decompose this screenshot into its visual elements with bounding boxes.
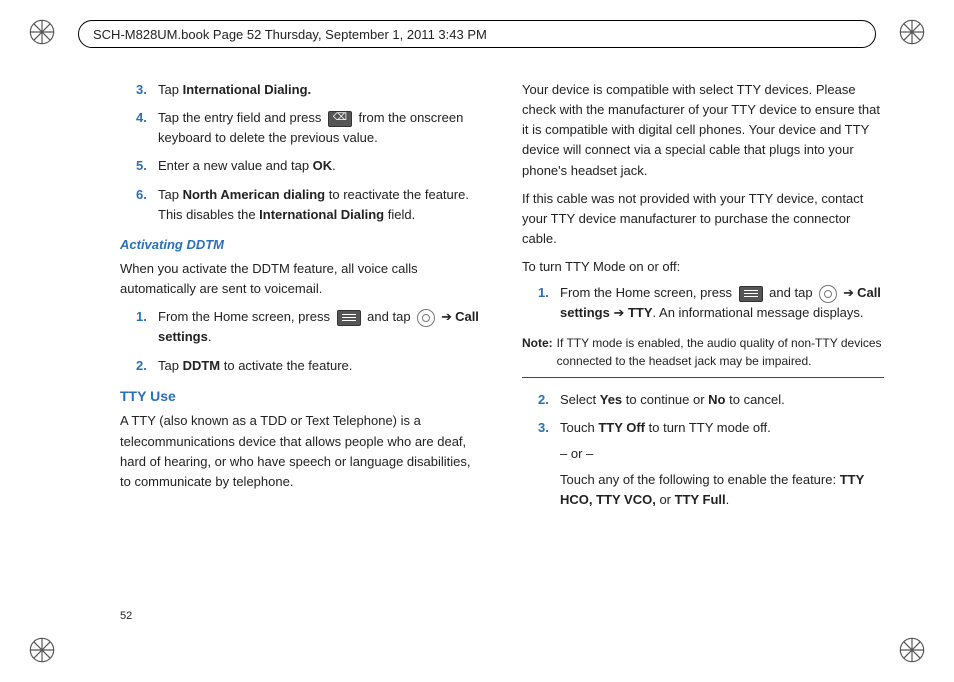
header-text: SCH-M828UM.book Page 52 Thursday, Septem… — [93, 27, 487, 42]
ddtm-step-2: 2. Tap DDTM to activate the feature. — [120, 356, 482, 376]
step-number: 5. — [136, 156, 158, 176]
step-4: 4. Tap the entry field and press from th… — [120, 108, 482, 148]
tty-step-3: 3. Touch TTY Off to turn TTY mode off. –… — [522, 418, 884, 511]
right-column: Your device is compatible with select TT… — [522, 80, 884, 622]
step-number: 2. — [538, 390, 560, 410]
arrow-icon: ➔ — [843, 285, 854, 300]
corner-ornament-icon — [28, 636, 56, 664]
ddtm-paragraph: When you activate the DDTM feature, all … — [120, 259, 482, 299]
step-number: 1. — [538, 283, 560, 323]
corner-ornament-icon — [28, 18, 56, 46]
paragraph: Your device is compatible with select TT… — [522, 80, 884, 181]
tty-paragraph: A TTY (also known as a TDD or Text Telep… — [120, 411, 482, 492]
left-column: 3. Tap International Dialing. 4. Tap the… — [120, 80, 482, 622]
corner-ornament-icon — [898, 636, 926, 664]
corner-ornament-icon — [898, 18, 926, 46]
or-divider: – or – — [560, 444, 884, 464]
step-body: Tap the entry field and press from the o… — [158, 108, 482, 148]
step-number: 3. — [136, 80, 158, 100]
paragraph: If this cable was not provided with your… — [522, 189, 884, 249]
menu-icon — [337, 310, 361, 326]
step-number: 4. — [136, 108, 158, 148]
note-label: Note: — [522, 334, 553, 371]
step-body: From the Home screen, press and tap ➔Cal… — [158, 307, 482, 347]
note-block: Note: If TTY mode is enabled, the audio … — [522, 334, 884, 378]
step-body: Tap DDTM to activate the feature. — [158, 356, 482, 376]
ddtm-step-1: 1. From the Home screen, press and tap ➔… — [120, 307, 482, 347]
section-heading-tty: TTY Use — [120, 386, 482, 408]
paragraph: To turn TTY Mode on or off: — [522, 257, 884, 277]
tty-step-2: 2. Select Yes to continue or No to cance… — [522, 390, 884, 410]
page-number: 52 — [120, 610, 132, 622]
step-5: 5. Enter a new value and tap OK. — [120, 156, 482, 176]
step-number: 1. — [136, 307, 158, 347]
step-body: Tap North American dialing to reactivate… — [158, 185, 482, 225]
step-body: Enter a new value and tap OK. — [158, 156, 482, 176]
step-number: 3. — [538, 418, 560, 511]
arrow-icon: ➔ — [441, 309, 452, 324]
tty-step-1: 1. From the Home screen, press and tap ➔… — [522, 283, 884, 323]
header-bar: SCH-M828UM.book Page 52 Thursday, Septem… — [78, 20, 876, 48]
step-6: 6. Tap North American dialing to reactiv… — [120, 185, 482, 225]
step-3: 3. Tap International Dialing. — [120, 80, 482, 100]
step-number: 6. — [136, 185, 158, 225]
subheading-ddtm: Activating DDTM — [120, 235, 482, 255]
menu-icon — [739, 286, 763, 302]
step-body: From the Home screen, press and tap ➔Cal… — [560, 283, 884, 323]
step-body: Touch TTY Off to turn TTY mode off. – or… — [560, 418, 884, 511]
backspace-icon — [328, 111, 352, 127]
step-body: Tap International Dialing. — [158, 80, 482, 100]
settings-icon — [417, 309, 435, 327]
page-content: 3. Tap International Dialing. 4. Tap the… — [120, 80, 884, 622]
step-number: 2. — [136, 356, 158, 376]
note-body: If TTY mode is enabled, the audio qualit… — [557, 334, 884, 371]
step-body: Select Yes to continue or No to cancel. — [560, 390, 884, 410]
settings-icon — [819, 285, 837, 303]
